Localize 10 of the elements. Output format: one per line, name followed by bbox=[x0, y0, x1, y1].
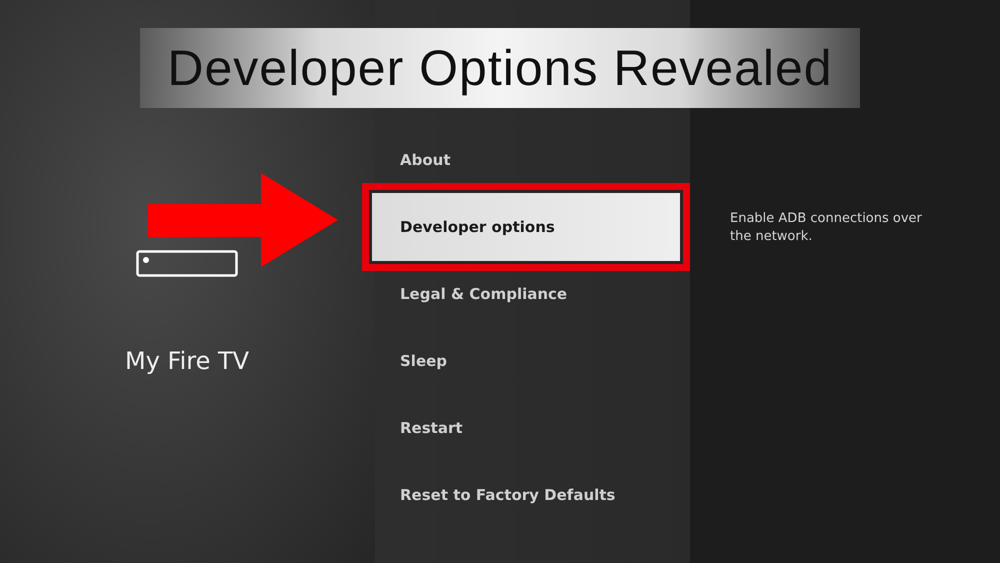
title-banner: Developer Options Revealed bbox=[140, 28, 860, 108]
section-title: My Fire TV bbox=[125, 347, 250, 375]
menu-item[interactable]: About bbox=[375, 150, 451, 168]
menu-item[interactable]: Legal & Compliance bbox=[375, 284, 568, 302]
option-description: Enable ADB connections over the network. bbox=[730, 210, 923, 246]
device-icon bbox=[136, 250, 238, 277]
menu-item[interactable]: Restart bbox=[375, 418, 463, 436]
menu-item[interactable]: Sleep bbox=[375, 352, 448, 370]
menu-item[interactable]: Developer options bbox=[372, 193, 680, 261]
menu-item[interactable]: Reset to Factory Defaults bbox=[375, 486, 616, 504]
